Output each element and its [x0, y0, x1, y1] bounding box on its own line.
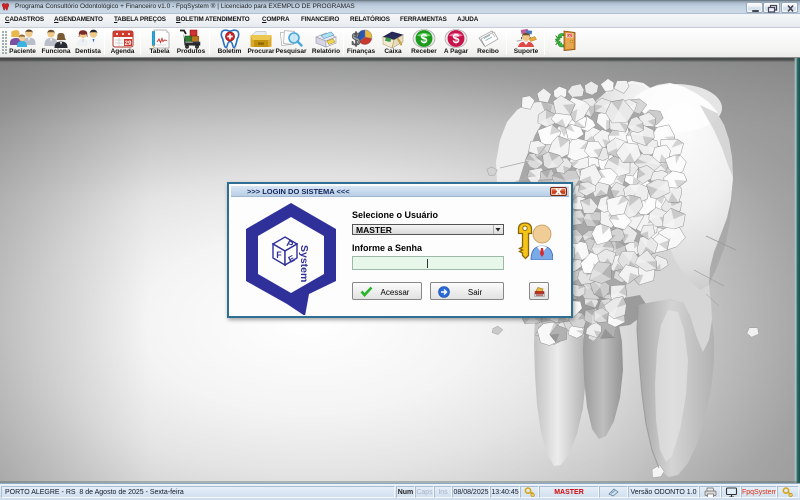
svg-text:EXIT: EXIT — [566, 34, 573, 38]
svg-text:$: $ — [453, 32, 460, 46]
svg-text:$: $ — [421, 32, 428, 46]
svg-text:F: F — [276, 250, 282, 260]
svg-text:$: $ — [352, 29, 361, 49]
svg-text:System: System — [298, 245, 310, 282]
svg-text:29: 29 — [124, 41, 131, 47]
